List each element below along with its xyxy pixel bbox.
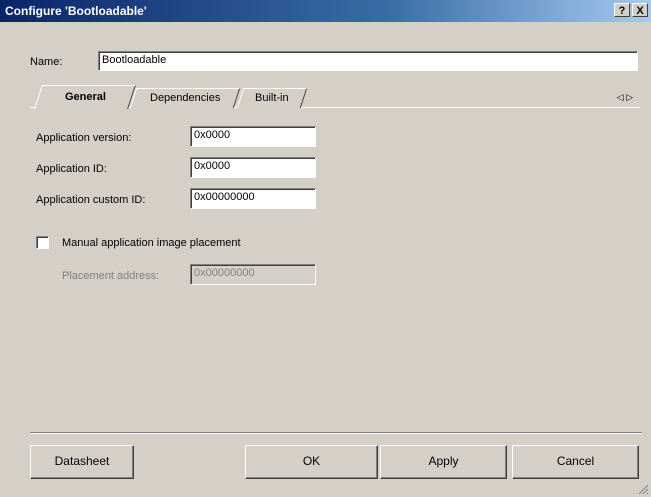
tab-scroll-arrows: ◁ ▷: [617, 92, 633, 103]
datasheet-button[interactable]: Datasheet: [30, 445, 134, 479]
window-title: Configure 'Bootloadable': [5, 4, 147, 18]
tab-scroll-right-icon[interactable]: ▷: [626, 92, 633, 102]
app-id-label: Application ID:: [36, 163, 107, 175]
tab-dependencies[interactable]: Dependencies: [129, 88, 241, 108]
tab-general[interactable]: General: [34, 85, 136, 109]
close-button[interactable]: X: [632, 3, 648, 17]
app-version-label: Application version:: [36, 132, 132, 144]
tab-built-in[interactable]: Built-in: [236, 88, 308, 108]
tab-scroll-left-icon[interactable]: ◁: [617, 92, 624, 102]
placement-address-input: 0x00000000: [190, 264, 316, 285]
app-id-input[interactable]: 0x0000: [190, 157, 316, 178]
tab-general-label: General: [64, 91, 106, 103]
ok-button[interactable]: OK: [245, 445, 378, 479]
manual-placement-checkbox[interactable]: [36, 236, 49, 249]
app-version-input[interactable]: 0x0000: [190, 126, 316, 147]
help-button[interactable]: ?: [614, 3, 630, 17]
app-custom-id-input[interactable]: 0x00000000: [190, 188, 316, 209]
help-icon: ?: [618, 5, 626, 17]
app-custom-id-label: Application custom ID:: [36, 194, 146, 206]
tab-dependencies-label: Dependencies: [149, 92, 221, 104]
name-input[interactable]: Bootloadable: [98, 51, 638, 71]
apply-button[interactable]: Apply: [380, 445, 507, 479]
resize-grip-icon[interactable]: [637, 483, 649, 495]
close-icon: X: [636, 5, 644, 17]
placement-address-label: Placement address:: [62, 270, 160, 282]
name-label: Name:: [30, 56, 63, 68]
configure-dialog: Configure 'Bootloadable' ? X Name: Bootl…: [0, 0, 651, 497]
button-separator-highlight: [30, 433, 642, 434]
tab-built-in-label: Built-in: [255, 92, 289, 104]
cancel-button[interactable]: Cancel: [512, 445, 639, 479]
title-bar[interactable]: Configure 'Bootloadable' ? X: [0, 0, 651, 22]
manual-placement-label[interactable]: Manual application image placement: [62, 237, 241, 249]
